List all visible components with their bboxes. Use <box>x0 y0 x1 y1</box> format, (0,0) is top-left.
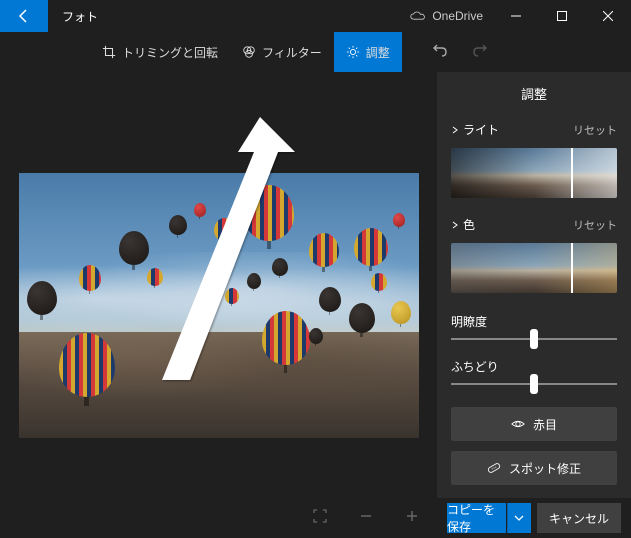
bandage-icon <box>487 461 501 475</box>
zoom-in-button[interactable] <box>405 509 419 528</box>
app-title: フォト <box>48 8 98 25</box>
color-preview-slider[interactable] <box>451 243 617 293</box>
undo-icon <box>432 42 448 58</box>
panel-title: 調整 <box>451 72 617 117</box>
redeye-label: 赤目 <box>533 416 557 433</box>
color-reset[interactable]: リセット <box>573 217 617 233</box>
color-slider-thumb[interactable] <box>571 243 573 293</box>
light-section-toggle[interactable]: ライト <box>451 121 499 138</box>
tool-adjust-label: 調整 <box>366 44 390 61</box>
save-dropdown[interactable] <box>507 503 531 533</box>
redeye-button[interactable]: 赤目 <box>451 407 617 441</box>
clarity-slider[interactable] <box>451 338 617 340</box>
fit-icon <box>313 509 327 523</box>
canvas-area <box>0 72 437 498</box>
crop-icon <box>102 45 116 59</box>
minus-icon <box>359 509 373 523</box>
vignette-label: ふちどり <box>451 358 617 375</box>
close-icon <box>603 11 613 21</box>
chevron-right-icon <box>451 126 459 134</box>
tool-crop-label: トリミングと回転 <box>122 44 218 61</box>
onedrive-status[interactable]: OneDrive <box>410 9 493 23</box>
vignette-slider[interactable] <box>451 383 617 385</box>
tool-filter-label: フィルター <box>262 44 322 61</box>
maximize-button[interactable] <box>539 0 585 32</box>
undo-button[interactable] <box>432 42 448 63</box>
cancel-button[interactable]: キャンセル <box>537 503 621 533</box>
tool-crop-rotate[interactable]: トリミングと回転 <box>90 32 230 72</box>
chevron-right-icon <box>451 221 459 229</box>
fit-screen-button[interactable] <box>313 509 327 528</box>
spotfix-label: スポット修正 <box>509 460 581 477</box>
zoom-out-button[interactable] <box>359 509 373 528</box>
minimize-button[interactable] <box>493 0 539 32</box>
vignette-slider-thumb[interactable] <box>530 374 538 394</box>
color-label: 色 <box>463 216 475 233</box>
color-section-toggle[interactable]: 色 <box>451 216 475 233</box>
tool-filter[interactable]: フィルター <box>230 32 334 72</box>
eye-icon <box>511 417 525 431</box>
light-slider-thumb[interactable] <box>571 148 573 198</box>
chevron-down-icon <box>514 513 524 523</box>
cloud-icon <box>410 11 426 21</box>
spotfix-button[interactable]: スポット修正 <box>451 451 617 485</box>
maximize-icon <box>557 11 567 21</box>
redo-button[interactable] <box>472 42 488 63</box>
save-copy-button[interactable]: コピーを保存 <box>447 503 506 533</box>
light-reset[interactable]: リセット <box>573 122 617 138</box>
tool-adjust[interactable]: 調整 <box>334 32 402 72</box>
clarity-slider-thumb[interactable] <box>530 329 538 349</box>
redo-icon <box>472 42 488 58</box>
brightness-icon <box>346 45 360 59</box>
onedrive-label: OneDrive <box>432 9 483 23</box>
clarity-label: 明瞭度 <box>451 313 617 330</box>
filter-icon <box>242 45 256 59</box>
arrow-left-icon <box>16 8 32 24</box>
light-preview-slider[interactable] <box>451 148 617 198</box>
photo-preview[interactable] <box>19 173 419 438</box>
close-button[interactable] <box>585 0 631 32</box>
minimize-icon <box>511 11 521 21</box>
light-label: ライト <box>463 121 499 138</box>
plus-icon <box>405 509 419 523</box>
back-button[interactable] <box>0 0 48 32</box>
adjust-panel: 調整 ライト リセット 色 リセット 明瞭度 <box>437 72 631 498</box>
